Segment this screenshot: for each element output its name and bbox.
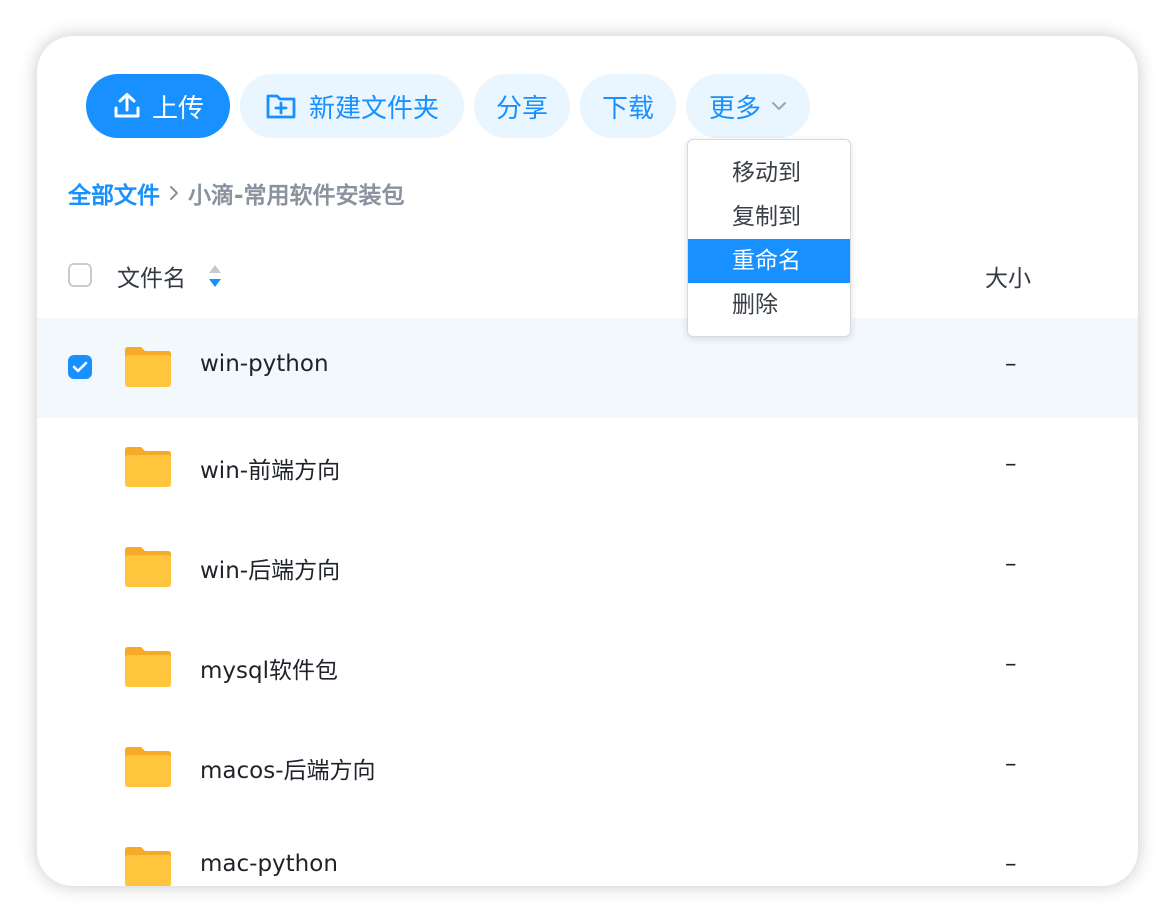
more-label: 更多 bbox=[708, 93, 761, 124]
menu-item-copy-to[interactable]: 复制到 bbox=[688, 195, 850, 239]
chevron-down-icon bbox=[771, 101, 787, 111]
file-size: – bbox=[1005, 451, 1017, 477]
toolbar: 上传 新建文件夹 分享 下载 更多 bbox=[86, 74, 810, 138]
download-button[interactable]: 下载 bbox=[580, 74, 676, 138]
menu-item-delete[interactable]: 删除 bbox=[688, 283, 850, 327]
download-label: 下载 bbox=[601, 93, 654, 124]
folder-plus-icon bbox=[265, 92, 297, 120]
more-button[interactable]: 更多 bbox=[686, 74, 810, 138]
table-row[interactable]: mac-python – bbox=[37, 818, 1138, 886]
table-row[interactable]: macos-后端方向 – bbox=[37, 718, 1138, 818]
menu-item-move-to[interactable]: 移动到 bbox=[688, 151, 850, 195]
menu-item-rename[interactable]: 重命名 bbox=[688, 239, 850, 283]
column-header-name[interactable]: 文件名 bbox=[117, 259, 186, 293]
file-name[interactable]: macos-后端方向 bbox=[200, 751, 376, 785]
table-row[interactable]: win-后端方向 – bbox=[37, 518, 1138, 618]
breadcrumb: 全部文件 小滴-常用软件安装包 bbox=[68, 176, 405, 210]
file-name[interactable]: win-python bbox=[200, 351, 329, 377]
file-name[interactable]: win-前端方向 bbox=[200, 451, 340, 485]
check-icon bbox=[72, 361, 88, 373]
more-dropdown-menu: 移动到 复制到 重命名 删除 bbox=[687, 139, 851, 337]
upload-icon bbox=[112, 91, 142, 121]
file-name[interactable]: mysql软件包 bbox=[200, 651, 338, 685]
breadcrumb-root[interactable]: 全部文件 bbox=[68, 176, 160, 210]
table-header: 文件名 大小 bbox=[37, 251, 1138, 301]
share-label: 分享 bbox=[495, 93, 548, 124]
folder-icon bbox=[123, 745, 173, 789]
file-manager-card: 上传 新建文件夹 分享 下载 更多 全部文件 小滴-常用软件安装包 文件名 大小… bbox=[37, 36, 1138, 886]
folder-icon bbox=[123, 845, 173, 886]
sort-icon[interactable] bbox=[207, 263, 223, 293]
column-header-size: 大小 bbox=[985, 266, 1031, 292]
row-checkbox[interactable] bbox=[68, 355, 92, 379]
file-name[interactable]: win-后端方向 bbox=[200, 551, 340, 585]
table-row[interactable]: win-前端方向 – bbox=[37, 418, 1138, 518]
share-button[interactable]: 分享 bbox=[474, 74, 570, 138]
chevron-right-icon bbox=[168, 185, 180, 201]
file-size: – bbox=[1005, 551, 1017, 577]
file-list: win-python – win-前端方向 – win-后端方向 – mysql… bbox=[37, 318, 1138, 886]
file-size: – bbox=[1005, 851, 1017, 877]
folder-icon bbox=[123, 645, 173, 689]
file-name[interactable]: mac-python bbox=[200, 851, 338, 877]
folder-icon bbox=[123, 545, 173, 589]
breadcrumb-current: 小滴-常用软件安装包 bbox=[188, 183, 405, 209]
file-size: – bbox=[1005, 351, 1017, 377]
folder-icon bbox=[123, 345, 173, 389]
select-all-checkbox[interactable] bbox=[68, 263, 92, 287]
upload-button[interactable]: 上传 bbox=[86, 74, 230, 138]
table-row[interactable]: win-python – bbox=[37, 318, 1138, 418]
new-folder-label: 新建文件夹 bbox=[308, 93, 439, 124]
upload-label: 上传 bbox=[151, 93, 204, 124]
table-row[interactable]: mysql软件包 – bbox=[37, 618, 1138, 718]
folder-icon bbox=[123, 445, 173, 489]
file-size: – bbox=[1005, 751, 1017, 777]
new-folder-button[interactable]: 新建文件夹 bbox=[240, 74, 464, 138]
file-size: – bbox=[1005, 651, 1017, 677]
